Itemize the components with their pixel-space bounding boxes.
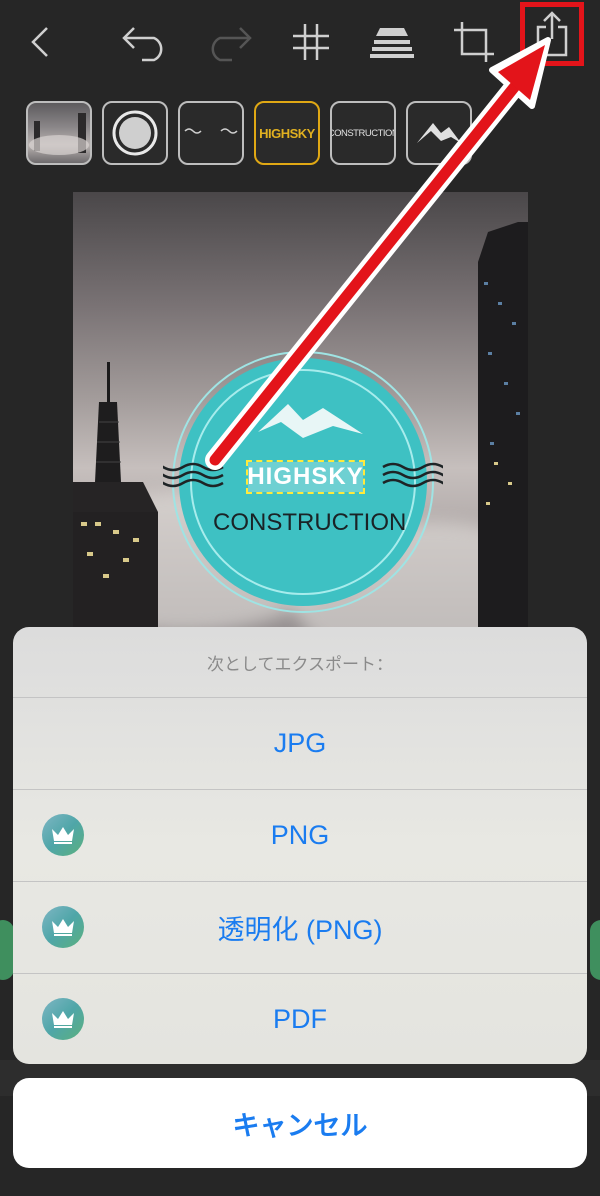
building-left	[73, 362, 158, 652]
top-toolbar	[0, 0, 600, 85]
redo-icon[interactable]	[200, 14, 256, 70]
export-png-option[interactable]: PNG	[13, 790, 587, 882]
logo-subtitle-text[interactable]: CONSTRUCTION	[213, 509, 406, 537]
export-transparent-png-option[interactable]: 透明化 (PNG)	[13, 882, 587, 974]
export-jpg-option[interactable]: JPG	[13, 698, 587, 790]
thumbnail-label: CONSTRUCTION	[330, 127, 396, 139]
thumbnail-waves[interactable]	[178, 101, 244, 165]
logo-title-text[interactable]: HIGHSKY	[246, 460, 365, 494]
design-canvas[interactable]: HIGHSKY CONSTRUCTION	[73, 192, 528, 652]
option-label: PDF	[273, 1004, 327, 1034]
grid-icon[interactable]	[283, 14, 339, 70]
option-label: 透明化 (PNG)	[217, 915, 383, 945]
building-right	[478, 222, 528, 652]
element-thumbnail-strip: HIGHSKY CONSTRUCTION	[26, 101, 472, 171]
back-icon[interactable]	[12, 14, 68, 70]
export-action-sheet: 次としてエクスポート： JPG PNG 透明化 (PNG) PDF	[13, 627, 587, 1064]
thumbnail-photo[interactable]	[26, 101, 92, 165]
export-pdf-option[interactable]: PDF	[13, 974, 587, 1064]
sheet-title: 次としてエクスポート：	[13, 627, 587, 698]
option-label: PNG	[270, 820, 330, 850]
thumbnail-highsky-text[interactable]: HIGHSKY	[254, 101, 320, 165]
layers-icon[interactable]	[364, 14, 420, 70]
thumbnail-label: HIGHSKY	[259, 125, 315, 141]
cancel-button[interactable]: キャンセル	[13, 1078, 587, 1168]
side-peek-left	[0, 920, 14, 980]
undo-icon[interactable]	[118, 14, 174, 70]
premium-crown-icon	[42, 814, 84, 856]
share-highlight-box	[520, 2, 584, 66]
premium-crown-icon	[42, 906, 84, 948]
thumbnail-construction-text[interactable]: CONSTRUCTION	[330, 101, 396, 165]
thumbnail-mountains[interactable]	[406, 101, 472, 165]
crop-icon[interactable]	[446, 14, 502, 70]
side-peek-right	[590, 920, 600, 980]
option-label: JPG	[273, 728, 327, 758]
thumbnail-circle[interactable]	[102, 101, 168, 165]
premium-crown-icon	[42, 998, 84, 1040]
